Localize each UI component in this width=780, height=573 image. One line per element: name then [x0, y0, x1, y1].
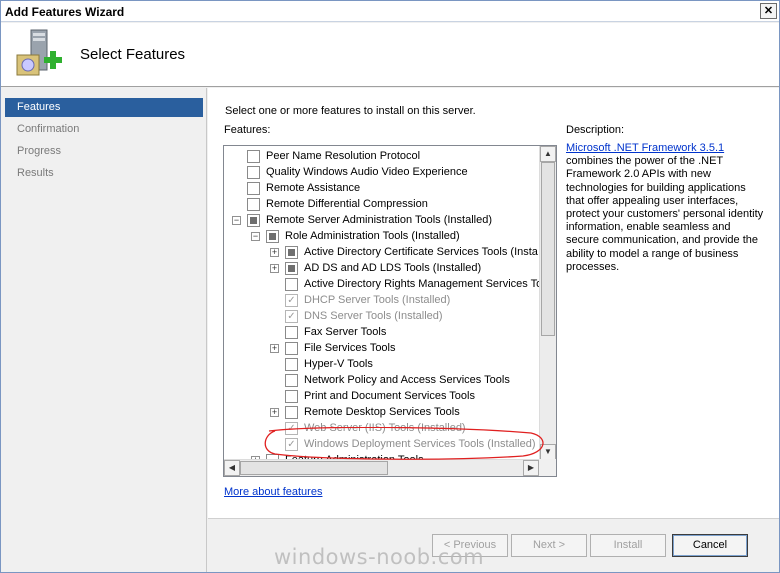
feature-label: Print and Document Services Tools [304, 390, 475, 402]
tree-row[interactable]: + Active Directory Certificate Services T… [224, 244, 540, 260]
wizard-nav: Features Confirmation Progress Results [1, 88, 207, 572]
feature-label: Hyper-V Tools [304, 358, 373, 370]
feature-checkbox: ✓ [285, 422, 298, 435]
feature-label: Web Server (IIS) Tools (Installed) [304, 422, 466, 434]
feature-label: Remote Server Administration Tools (Inst… [266, 214, 493, 226]
feature-checkbox[interactable] [285, 326, 298, 339]
feature-label: DNS Server Tools (Installed) [304, 310, 443, 322]
tree-row[interactable]: Active Directory Rights Management Servi… [224, 276, 540, 292]
scroll-right-icon[interactable]: ▶ [523, 460, 539, 476]
tree-row[interactable]: Remote Assistance [224, 180, 540, 196]
description-label: Description: [566, 124, 625, 136]
install-button[interactable]: Install [590, 534, 666, 557]
feature-checkbox[interactable] [285, 358, 298, 371]
title-bar: Add Features Wizard ✕ [1, 1, 779, 22]
feature-label: Remote Assistance [266, 182, 361, 194]
instruction-text: Select one or more features to install o… [225, 105, 476, 117]
close-button[interactable]: ✕ [760, 3, 777, 19]
nav-item-progress: Progress [17, 145, 62, 157]
server-add-icon [16, 29, 62, 76]
tree-row[interactable]: Fax Server Tools [224, 324, 540, 340]
tree-row[interactable]: Hyper-V Tools [224, 356, 540, 372]
feature-label: File Services Tools [304, 342, 396, 354]
watermark: windows-noob.com [274, 545, 485, 569]
tree-row[interactable]: ✓ DNS Server Tools (Installed) [224, 308, 540, 324]
horizontal-scroll-thumb[interactable] [240, 461, 388, 475]
feature-checkbox[interactable] [285, 262, 298, 275]
feature-checkbox: ✓ [285, 438, 298, 451]
feature-checkbox[interactable] [247, 182, 260, 195]
feature-label: Remote Differential Compression [266, 198, 428, 210]
feature-checkbox[interactable] [247, 198, 260, 211]
scroll-down-icon[interactable]: ▼ [540, 444, 556, 460]
feature-checkbox[interactable] [285, 390, 298, 403]
feature-label: Peer Name Resolution Protocol [266, 150, 421, 162]
feature-label: Windows Deployment Services Tools (Insta… [304, 438, 536, 450]
scrollbar-corner [539, 459, 556, 476]
feature-checkbox[interactable] [247, 166, 260, 179]
description-body: combines the power of the .NET Framework… [566, 155, 764, 273]
feature-checkbox[interactable] [247, 150, 260, 163]
feature-checkbox: ✓ [285, 294, 298, 307]
nav-item-confirmation: Confirmation [17, 123, 80, 135]
feature-label: Fax Server Tools [304, 326, 387, 338]
tree-row[interactable]: Remote Differential Compression [224, 196, 540, 212]
tree-row[interactable]: Quality Windows Audio Video Experience [224, 164, 540, 180]
feature-label: Active Directory Certificate Services To… [304, 246, 538, 258]
tree-row[interactable]: ✓ DHCP Server Tools (Installed) [224, 292, 540, 308]
horizontal-scrollbar[interactable]: ◀ ▶ [224, 459, 540, 476]
tree-viewport: Peer Name Resolution Protocol Quality Win… [224, 148, 540, 462]
close-icon[interactable]: ✕ [764, 5, 773, 17]
wizard-window: Add Features Wizard ✕ Select Features Fe… [0, 0, 780, 573]
window-title: Add Features Wizard [5, 5, 125, 19]
collapse-icon[interactable]: − [251, 232, 260, 241]
feature-checkbox[interactable] [285, 246, 298, 259]
feature-checkbox[interactable] [285, 374, 298, 387]
tree-row[interactable]: Print and Document Services Tools [224, 388, 540, 404]
expand-icon[interactable]: + [270, 248, 279, 257]
features-label: Features: [224, 124, 271, 136]
more-about-features-link[interactable]: More about features [224, 486, 322, 498]
vertical-scrollbar[interactable]: ▲ ▼ [539, 146, 556, 460]
feature-checkbox[interactable] [285, 278, 298, 291]
expand-icon[interactable]: + [270, 408, 279, 417]
tree-row[interactable]: ✓ Windows Deployment Services Tools (Inst… [224, 436, 540, 452]
main-panel: Select one or more features to install o… [208, 88, 779, 518]
feature-checkbox[interactable] [247, 214, 260, 227]
scroll-up-icon[interactable]: ▲ [540, 146, 556, 162]
page-title: Select Features [80, 46, 186, 63]
feature-label: Network Policy and Access Services Tools [304, 374, 510, 386]
tree-row[interactable]: − Remote Server Administration Tools (Ins… [224, 212, 540, 228]
feature-label: AD DS and AD LDS Tools (Installed) [304, 262, 482, 274]
nav-item-features[interactable]: Features [5, 98, 203, 117]
tree-row[interactable]: + Remote Desktop Services Tools [224, 404, 540, 420]
next-button[interactable]: Next > [511, 534, 587, 557]
expand-icon[interactable]: + [270, 264, 279, 273]
feature-checkbox[interactable] [266, 230, 279, 243]
collapse-icon[interactable]: − [232, 216, 241, 225]
feature-label: Role Administration Tools (Installed) [285, 230, 460, 242]
tree-row[interactable]: + AD DS and AD LDS Tools (Installed) [224, 260, 540, 276]
nav-item-results: Results [17, 167, 54, 179]
feature-checkbox: ✓ [285, 310, 298, 323]
wizard-header: Select Features [1, 23, 779, 87]
feature-checkbox[interactable] [285, 406, 298, 419]
tree-row[interactable]: + File Services Tools [224, 340, 540, 356]
tree-row[interactable]: Network Policy and Access Services Tools [224, 372, 540, 388]
description-link[interactable]: Microsoft .NET Framework 3.5.1 [566, 142, 724, 154]
vertical-scroll-thumb[interactable] [541, 162, 555, 336]
tree-row[interactable]: ✓ Web Server (IIS) Tools (Installed) [224, 420, 540, 436]
scroll-left-icon[interactable]: ◀ [224, 460, 240, 476]
feature-label: Quality Windows Audio Video Experience [266, 166, 468, 178]
tree-row[interactable]: Peer Name Resolution Protocol [224, 148, 540, 164]
feature-label: DHCP Server Tools (Installed) [304, 294, 451, 306]
tree-row[interactable]: − Role Administration Tools (Installed) [224, 228, 540, 244]
cancel-button[interactable]: Cancel [672, 534, 748, 557]
feature-label: Remote Desktop Services Tools [304, 406, 460, 418]
description-text: Microsoft .NET Framework 3.5.1 combines … [566, 142, 766, 274]
feature-checkbox[interactable] [285, 342, 298, 355]
features-tree[interactable]: Peer Name Resolution Protocol Quality Win… [223, 145, 557, 477]
feature-label: Active Directory Rights Management Servi… [304, 278, 540, 290]
expand-icon[interactable]: + [270, 344, 279, 353]
